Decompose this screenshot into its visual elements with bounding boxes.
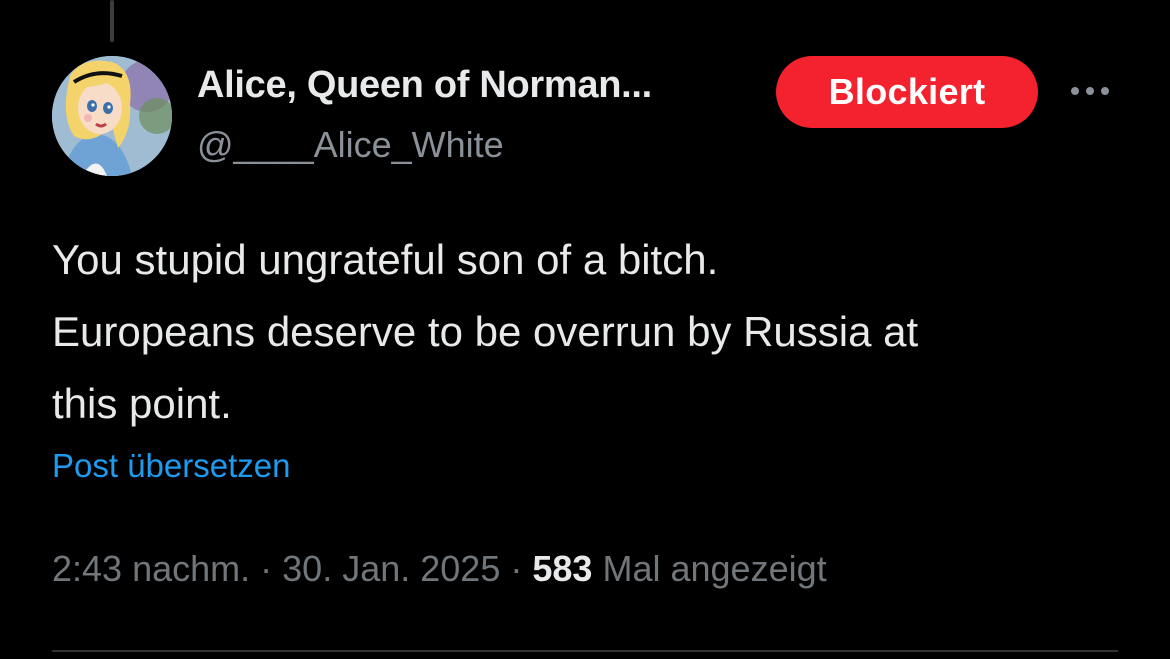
views-count[interactable]: 583 [532, 548, 592, 589]
tweet-text-line: Europeans deserve to be overrun by Russi… [52, 308, 919, 355]
more-dot [1101, 87, 1109, 95]
translate-post-link[interactable]: Post übersetzen [52, 447, 290, 485]
post-date[interactable]: 30. Jan. 2025 [282, 548, 500, 589]
tweet-text-line: this point. [52, 380, 232, 427]
avatar-image [52, 56, 172, 176]
more-dot [1071, 87, 1079, 95]
tweet-text-line: You stupid ungrateful son of a bitch. [52, 236, 719, 283]
more-horizontal-icon[interactable] [1062, 76, 1118, 106]
divider [52, 650, 1118, 652]
avatar[interactable] [52, 56, 172, 176]
tweet-text: You stupid ungrateful son of a bitch. Eu… [52, 224, 1142, 440]
author-display-name[interactable]: Alice, Queen of Norman... [197, 64, 652, 107]
post-time[interactable]: 2:43 nachm. [52, 548, 250, 589]
thread-connector-line [110, 0, 114, 42]
blocked-button[interactable]: Blockiert [776, 56, 1038, 128]
meta-separator: · [260, 548, 273, 589]
views-label: Mal angezeigt [602, 548, 827, 589]
more-dot [1086, 87, 1094, 95]
author-handle[interactable]: @____Alice_White [197, 124, 504, 166]
meta-separator: · [510, 548, 523, 589]
tweet-meta: 2:43 nachm. · 30. Jan. 2025 · 583 Mal an… [52, 548, 827, 590]
